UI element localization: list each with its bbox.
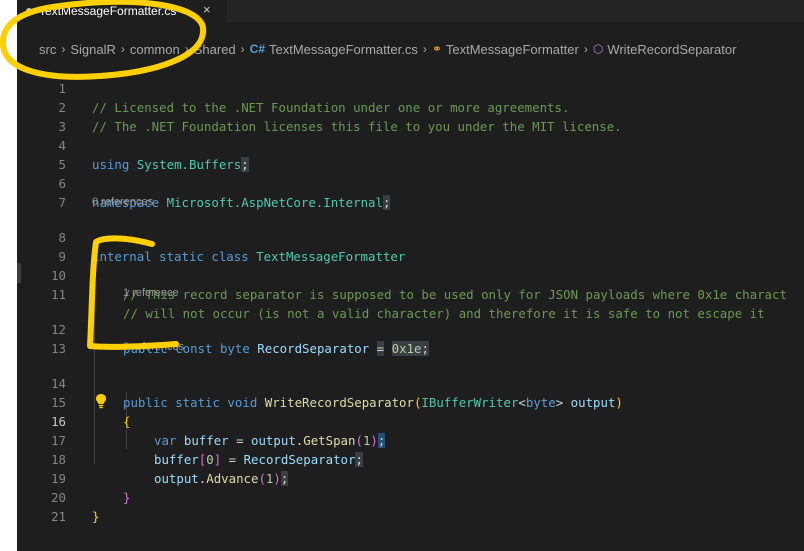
code-line: 2 // The .NET Foundation licenses this f… bbox=[17, 79, 804, 134]
code-line: 8 internal static class TextMessageForma… bbox=[17, 209, 804, 264]
tab-strip: TextMessageFormatter.cs × bbox=[17, 0, 804, 22]
punctuation: ; bbox=[421, 341, 429, 356]
class-icon: ⚭ bbox=[431, 42, 442, 56]
code-line: 19 } bbox=[17, 450, 804, 505]
chevron-right-icon: › bbox=[240, 42, 245, 56]
line-number: 21 bbox=[51, 509, 66, 524]
code-line: 3 bbox=[17, 98, 804, 134]
field-name: RecordSeparator bbox=[257, 341, 370, 356]
codelens-references[interactable]: 0 references bbox=[123, 340, 184, 355]
chevron-right-icon: › bbox=[184, 42, 189, 56]
code-editor: TextMessageFormatter.cs × src › SignalR … bbox=[17, 0, 804, 551]
code-line: 20 } bbox=[17, 469, 804, 524]
close-icon[interactable]: × bbox=[203, 2, 211, 17]
tab-textmessageformatter[interactable]: TextMessageFormatter.cs × bbox=[17, 0, 227, 22]
code-line: 7 bbox=[17, 174, 804, 210]
number-literal: 0x1e bbox=[391, 341, 422, 356]
code-line: 15 { bbox=[17, 374, 804, 429]
chevron-right-icon: › bbox=[61, 42, 66, 56]
code-line: 14 public static void WriteRecordSeparat… bbox=[17, 355, 804, 410]
code-line: 4 using System.Buffers; bbox=[17, 117, 804, 172]
code-line: 10 // This record separator is supposed … bbox=[17, 247, 804, 302]
breadcrumb: src › SignalR › common › Shared › C# Tex… bbox=[17, 38, 804, 60]
code-line: 9 bbox=[17, 228, 804, 264]
code-line: 16 var buffer = output.GetSpan(1); bbox=[17, 393, 804, 448]
operator: = bbox=[376, 341, 385, 356]
breadcrumb-file[interactable]: TextMessageFormatter.cs bbox=[269, 42, 418, 57]
lightbulb-icon[interactable] bbox=[95, 393, 107, 409]
method-icon: ⬡ bbox=[592, 42, 604, 56]
code-line: 13 bbox=[17, 320, 804, 356]
breadcrumb-shared[interactable]: Shared bbox=[194, 42, 236, 57]
code-line: 21 bbox=[17, 488, 804, 524]
tab-label: TextMessageFormatter.cs bbox=[39, 4, 177, 18]
breadcrumb-src[interactable]: src bbox=[39, 42, 56, 57]
code-line: 11 // will not occur (is not a valid cha… bbox=[17, 266, 804, 321]
namespace-name: Microsoft.AspNetCore.Internal bbox=[166, 195, 383, 210]
brace: } bbox=[92, 509, 100, 524]
breadcrumb-method[interactable]: WriteRecordSeparator bbox=[607, 42, 736, 57]
file-modified-dot-icon bbox=[26, 8, 32, 14]
breadcrumb-common[interactable]: common bbox=[130, 42, 180, 57]
code-line: 6 namespace Microsoft.AspNetCore.Interna… bbox=[17, 155, 804, 210]
code-line: 17 buffer[0] = RecordSeparator; bbox=[17, 412, 804, 467]
code-line: 1 // Licensed to the .NET Foundation und… bbox=[17, 60, 804, 115]
chevron-right-icon: › bbox=[120, 42, 125, 56]
codelens-references[interactable]: 1 reference bbox=[123, 286, 179, 301]
punctuation: ; bbox=[382, 195, 391, 210]
breadcrumb-class[interactable]: TextMessageFormatter bbox=[446, 42, 579, 57]
code-line: 5 bbox=[17, 136, 804, 172]
csharp-file-icon: C# bbox=[249, 42, 265, 56]
code-line: 12 public const byte RecordSeparator = 0… bbox=[17, 301, 804, 356]
codelens-references[interactable]: 0 references bbox=[92, 195, 153, 210]
chevron-right-icon: › bbox=[583, 42, 588, 56]
chevron-right-icon: › bbox=[422, 42, 427, 56]
breadcrumb-signalr[interactable]: SignalR bbox=[70, 42, 116, 57]
code-line: 18 output.Advance(1); bbox=[17, 431, 804, 486]
